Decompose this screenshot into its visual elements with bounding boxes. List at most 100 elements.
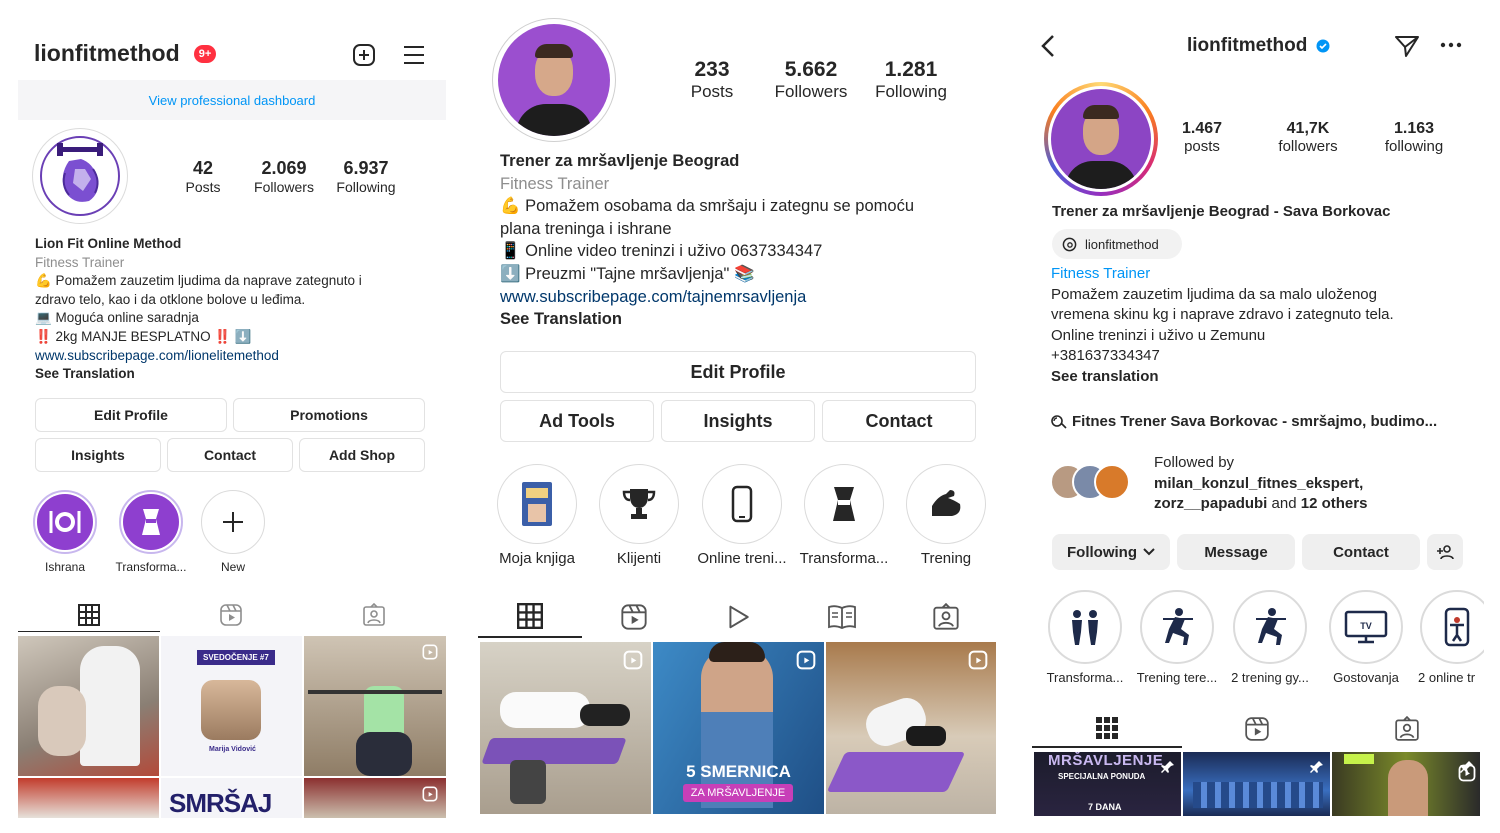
edit-profile-button[interactable]: Edit Profile <box>500 351 976 393</box>
highlight-online-treninzi[interactable]: Online treni... <box>690 464 794 567</box>
post-thumbnail[interactable]: MRŠAVLJENJE SPECIJALNA PONUDA 7 DANA <box>1034 752 1181 816</box>
plus-icon <box>201 490 265 554</box>
bio-line: +381637334347 <box>1051 347 1160 364</box>
display-name: Trener za mršavljenje Beograd <box>500 152 740 170</box>
display-name: Lion Fit Online Method <box>35 236 182 251</box>
tab-videos[interactable] <box>686 596 790 638</box>
post-thumbnail[interactable]: 5 SMERNICA ZA MRŠAVLJENJE <box>653 642 824 814</box>
tab-grid[interactable] <box>18 598 160 632</box>
category-label: Fitness Trainer <box>35 254 125 270</box>
highlight-new[interactable]: New <box>200 490 266 574</box>
tab-reels[interactable] <box>582 596 686 638</box>
mutual-avatars <box>1050 462 1150 502</box>
bio-line: 💪 Pomažem osobama da smršaju i zategnu s… <box>500 197 914 216</box>
professional-dashboard-link[interactable]: View professional dashboard <box>18 80 446 120</box>
tab-tagged[interactable] <box>1332 710 1482 748</box>
stat-following[interactable]: 1.163 following <box>1376 120 1452 156</box>
threads-badge[interactable]: lionfitmethod <box>1052 229 1182 259</box>
stat-following[interactable]: 1.281 Following <box>866 58 956 102</box>
insights-button[interactable]: Insights <box>35 438 161 472</box>
see-translation[interactable]: See Translation <box>35 365 435 384</box>
tab-reels[interactable] <box>1182 710 1332 748</box>
promotions-button[interactable]: Promotions <box>233 398 425 432</box>
ad-tools-button[interactable]: Ad Tools <box>500 400 654 442</box>
highlight-transformacije[interactable]: Transforma... <box>796 464 892 567</box>
stat-following[interactable]: 6.937 Following <box>326 158 406 197</box>
highlight-gostovanja[interactable]: TV Gostovanja <box>1320 590 1412 685</box>
couple-icon <box>1048 590 1122 664</box>
highlight-transformacije[interactable]: Transforma... <box>111 490 191 574</box>
contact-button[interactable]: Contact <box>1302 534 1420 570</box>
tab-grid[interactable] <box>478 596 582 638</box>
following-button[interactable]: Following <box>1052 534 1170 570</box>
profile-avatar[interactable] <box>32 128 128 224</box>
highlight-klijenti[interactable]: Klijenti <box>594 464 684 567</box>
see-translation[interactable]: See Translation <box>500 308 990 331</box>
stat-posts[interactable]: 233 Posts <box>676 58 748 102</box>
message-button[interactable]: Message <box>1177 534 1295 570</box>
profile-avatar[interactable] <box>1044 82 1158 196</box>
see-translation[interactable]: See translation <box>1051 367 1471 388</box>
bio-link[interactable]: www.subscribepage.com/lionelitemethod <box>35 347 435 366</box>
reel-icon <box>623 650 643 670</box>
bio-section: Lion Fit Online Method Fitness Trainer 💪… <box>35 235 435 384</box>
profile-avatar[interactable] <box>492 18 616 142</box>
stat-followers[interactable]: 5.662 Followers <box>768 58 854 102</box>
stat-posts[interactable]: 42 Posts <box>168 158 238 197</box>
bio-link[interactable]: www.subscribepage.com/tajnemrsavljenja <box>500 286 990 309</box>
profile-photo <box>498 24 610 136</box>
category-label[interactable]: Fitness Trainer <box>1051 264 1471 285</box>
post-thumbnail[interactable] <box>18 636 159 776</box>
post-thumbnail[interactable] <box>18 778 159 818</box>
highlight-trening-gym[interactable]: 2 trening gy... <box>1224 590 1316 685</box>
tab-tagged[interactable] <box>302 598 446 632</box>
bio-line: plana treninga i ishrane <box>500 219 672 238</box>
tab-guides[interactable] <box>790 596 894 638</box>
edit-profile-button[interactable]: Edit Profile <box>35 398 227 432</box>
send-message-icon[interactable] <box>1394 34 1420 58</box>
add-friend-button[interactable] <box>1427 534 1463 570</box>
post-thumbnail[interactable] <box>304 778 446 818</box>
insights-button[interactable]: Insights <box>661 400 815 442</box>
tab-reels[interactable] <box>160 598 302 632</box>
add-shop-button[interactable]: Add Shop <box>299 438 425 472</box>
highlight-online-trening[interactable]: 2 online tr <box>1414 590 1484 685</box>
highlight-ishrana[interactable]: Ishrana <box>30 490 100 574</box>
stat-posts[interactable]: 1.467 posts <box>1170 120 1234 156</box>
verified-badge-icon <box>1316 39 1330 53</box>
more-options-icon[interactable] <box>1440 42 1462 48</box>
highlight-moja-knjiga[interactable]: Moja knjiga <box>492 464 582 567</box>
contact-button[interactable]: Contact <box>167 438 293 472</box>
post-thumbnail[interactable] <box>304 636 446 776</box>
broadcast-channel[interactable]: Fitnes Trener Sava Borkovac - smršajmo, … <box>1050 413 1437 430</box>
post-thumbnail[interactable] <box>826 642 996 814</box>
stat-followers[interactable]: 41,7K followers <box>1268 120 1348 156</box>
post-thumbnail[interactable] <box>1332 752 1480 816</box>
stat-followers[interactable]: 2.069 Followers <box>244 158 324 197</box>
username[interactable]: lionfitmethod <box>34 40 180 67</box>
body-icon <box>123 494 179 550</box>
menu-icon[interactable] <box>402 44 426 66</box>
post-thumbnail[interactable]: SVEDOČENJE #7 Marija Vidović <box>161 636 302 776</box>
back-arrow-icon[interactable] <box>1040 34 1056 58</box>
notification-badge[interactable]: 9+ <box>194 45 216 63</box>
bio-line: ⬇️ Preuzmi "Tajne mršavljenja" 📚 <box>500 264 755 283</box>
post-thumbnail[interactable]: SMRŠAJ <box>161 778 302 818</box>
create-post-icon[interactable] <box>352 43 376 67</box>
post-thumbnail[interactable] <box>480 642 651 814</box>
channel-icon <box>1051 414 1067 429</box>
tab-tagged[interactable] <box>894 596 998 638</box>
post-thumbnail[interactable] <box>1183 752 1330 816</box>
contact-button[interactable]: Contact <box>822 400 976 442</box>
grid-icon <box>1096 717 1118 739</box>
followed-by-text[interactable]: Followed by milan_konzul_fitnes_ekspert,… <box>1154 453 1367 515</box>
highlight-transformacije[interactable]: Transforma... <box>1040 590 1130 685</box>
highlight-trening[interactable]: Trening <box>902 464 990 567</box>
profile-panel-3: lionfitmethod 1.467 posts 41,7K followers … <box>1032 0 1484 833</box>
grid-icon <box>78 603 100 626</box>
highlight-trening-teretana[interactable]: Trening tere... <box>1132 590 1222 685</box>
tab-grid[interactable] <box>1032 710 1182 748</box>
squat-icon <box>1140 590 1214 664</box>
bio-line: Online treninzi i uživo u Zemunu <box>1051 326 1266 344</box>
svg-text:TV: TV <box>1360 621 1372 631</box>
